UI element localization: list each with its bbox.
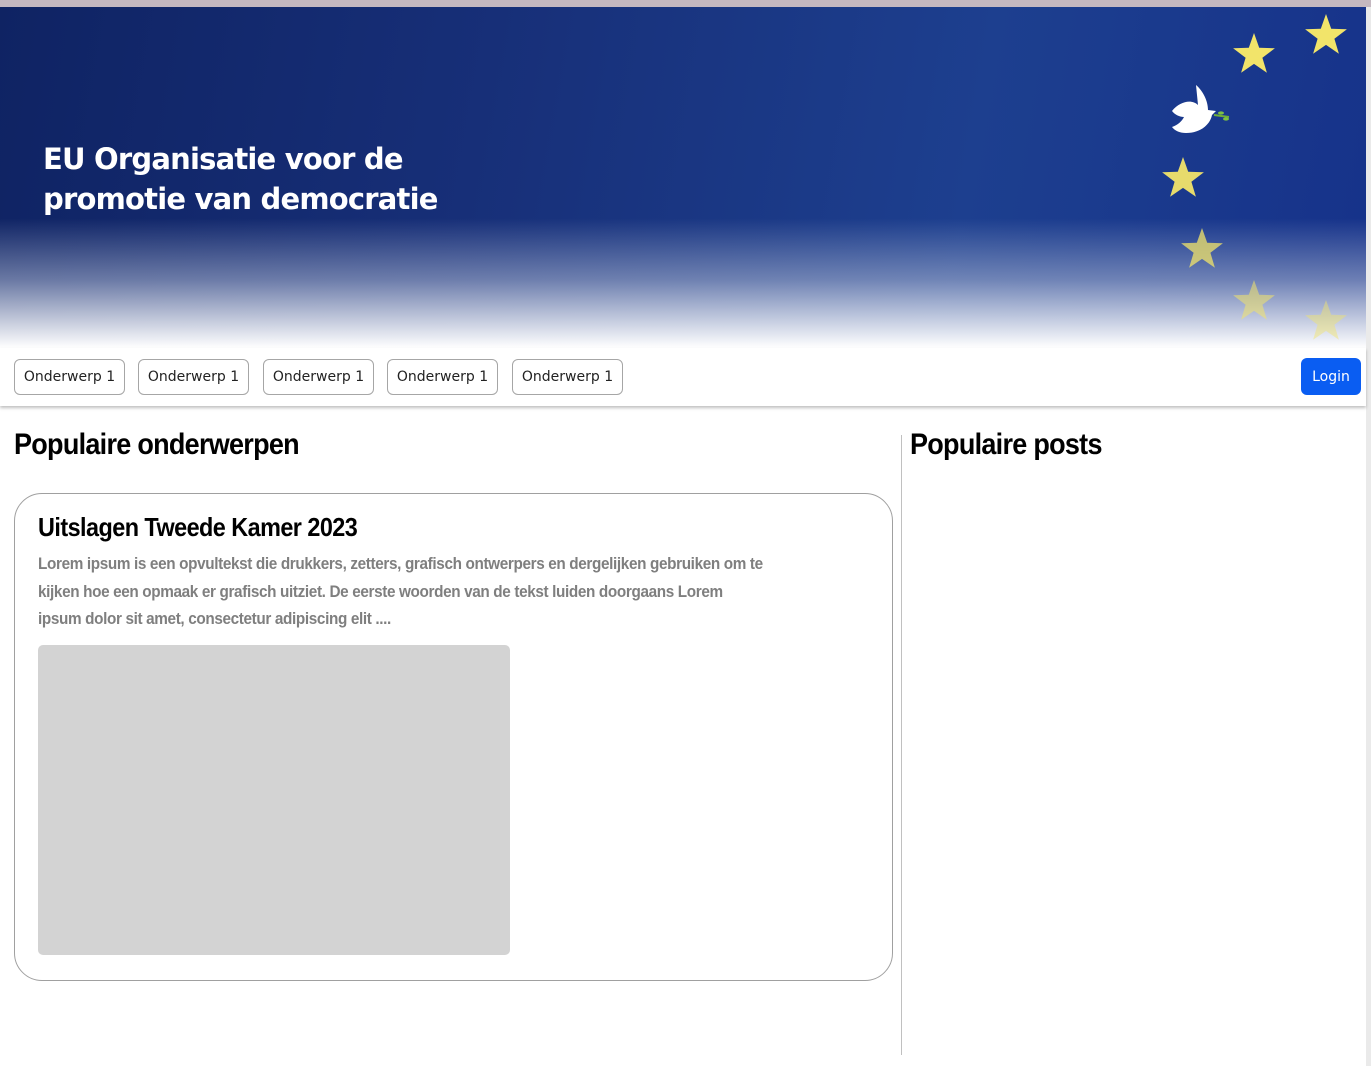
topic-button-2[interactable]: Onderwerp 1 [138, 359, 249, 395]
popular-posts-heading: Populaire posts [910, 428, 1102, 461]
topic-card[interactable]: Uitslagen Tweede Kamer 2023 Lorem ipsum … [14, 493, 893, 981]
site-title: EU Organisatie voor de promotie van demo… [43, 142, 438, 216]
star-icon [1233, 33, 1275, 73]
login-button[interactable]: Login [1301, 358, 1361, 395]
popular-topics-heading: Populaire onderwerpen [14, 428, 300, 461]
card-title[interactable]: Uitslagen Tweede Kamer 2023 [38, 512, 358, 543]
navbar: Onderwerp 1 Onderwerp 1 Onderwerp 1 Onde… [0, 348, 1366, 406]
window-edge [1366, 7, 1371, 1066]
star-icon [1162, 157, 1204, 197]
dove-icon [1172, 85, 1230, 133]
column-divider [901, 435, 902, 1055]
topic-button-3[interactable]: Onderwerp 1 [263, 359, 374, 395]
star-icon [1305, 14, 1347, 54]
star-icon [1233, 280, 1275, 320]
card-excerpt: Lorem ipsum is een opvultekst die drukke… [38, 554, 763, 628]
star-icon [1305, 300, 1347, 340]
topic-button-1[interactable]: Onderwerp 1 [14, 359, 125, 395]
topic-button-5[interactable]: Onderwerp 1 [512, 359, 623, 395]
card-image-placeholder [38, 645, 510, 955]
top-border [0, 0, 1371, 7]
hero-banner: EU Organisatie voor de promotie van demo… [0, 7, 1366, 348]
topic-button-4[interactable]: Onderwerp 1 [387, 359, 498, 395]
star-icon [1181, 228, 1223, 268]
